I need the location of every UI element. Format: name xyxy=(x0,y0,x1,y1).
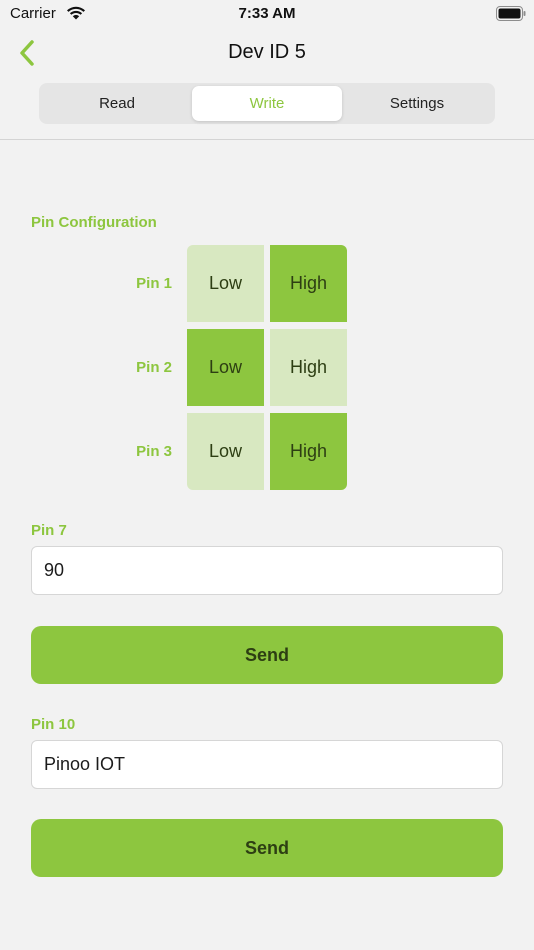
status-time: 7:33 AM xyxy=(238,5,296,22)
pin-configuration-title: Pin Configuration xyxy=(31,214,157,231)
screen: Carrier 7:33 AM Dev ID 5 Read Write Sett… xyxy=(0,0,534,950)
segmented-control: Read Write Settings xyxy=(39,83,495,124)
tab-write[interactable]: Write xyxy=(192,86,342,121)
pin-1-high-toggle[interactable]: High xyxy=(270,245,347,322)
pin-2-high-toggle[interactable]: High xyxy=(270,329,347,406)
pin-2-label: Pin 2 xyxy=(136,359,172,376)
navigation-bar: Dev ID 5 xyxy=(0,28,534,78)
pin-7-send-button[interactable]: Send xyxy=(31,626,503,684)
page-title: Dev ID 5 xyxy=(228,41,306,63)
divider xyxy=(0,139,534,140)
pin-10-send-button[interactable]: Send xyxy=(31,819,503,877)
tab-read[interactable]: Read xyxy=(42,86,192,121)
pin-7-label: Pin 7 xyxy=(31,522,67,539)
pin-3-low-toggle[interactable]: Low xyxy=(187,413,264,490)
tab-settings[interactable]: Settings xyxy=(342,86,492,121)
pin-7-input[interactable] xyxy=(31,546,503,595)
pin-1-label: Pin 1 xyxy=(136,275,172,292)
pin-3-label: Pin 3 xyxy=(136,443,172,460)
pin-10-input[interactable] xyxy=(31,740,503,789)
pin-1-low-toggle[interactable]: Low xyxy=(187,245,264,322)
pin-2-low-toggle[interactable]: Low xyxy=(187,329,264,406)
pin-10-label: Pin 10 xyxy=(31,716,76,733)
status-bar: Carrier 7:33 AM xyxy=(0,0,534,28)
battery-icon xyxy=(496,6,526,21)
pin-3-high-toggle[interactable]: High xyxy=(270,413,347,490)
